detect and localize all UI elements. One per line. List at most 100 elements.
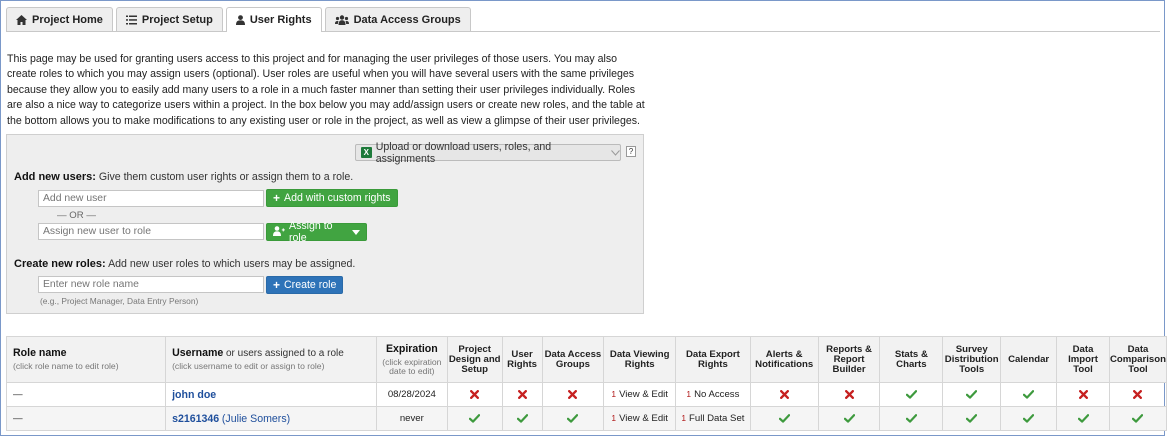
viewing-count: 1 <box>611 413 617 423</box>
tab-data-access-groups[interactable]: Data Access Groups <box>324 7 471 31</box>
rights-mark <box>501 406 543 431</box>
caret-down-icon <box>349 226 360 238</box>
viewing-rights-cell: 1 View & Edit <box>603 406 677 431</box>
expiration-cell[interactable]: never <box>375 406 448 431</box>
check-icon <box>1132 414 1144 423</box>
role-cell: — <box>5 406 167 431</box>
cross-icon <box>568 389 578 399</box>
rights-mark <box>1000 382 1058 407</box>
add-custom-rights-button[interactable]: + Add with custom rights <box>266 189 398 207</box>
export-count: 1 <box>686 389 692 399</box>
column-header-reports: Reports & Report Builder <box>817 336 881 383</box>
table-row: — s2161346 (Julie Somers) never 1 View & … <box>5 406 1167 431</box>
column-header-data-access-groups: Data Access Groups <box>541 336 605 383</box>
intro-paragraph: This page may be used for granting users… <box>7 53 645 127</box>
plus-icon: + <box>273 278 281 292</box>
viewing-value: View & Edit <box>619 389 668 400</box>
add-custom-rights-label: Add with custom rights <box>284 192 391 204</box>
add-users-title: Add new users: <box>14 171 96 183</box>
check-icon <box>966 414 978 423</box>
expiration-header: Expiration (click expiration date to edi… <box>375 336 448 383</box>
cross-icon <box>1078 389 1088 399</box>
user-plus-icon <box>273 225 285 239</box>
table-row: — john doe 08/28/2024 1 View & Edit 1 No A… <box>5 382 1167 407</box>
rights-mark <box>879 406 944 431</box>
check-icon <box>469 414 481 423</box>
rights-mark <box>817 382 881 407</box>
username-link[interactable]: s2161346 <box>172 413 219 425</box>
column-header-stats-charts: Stats & Charts <box>879 336 944 383</box>
tab-label: Data Access Groups <box>353 13 461 26</box>
rights-mark <box>1000 406 1058 431</box>
column-header-data-export-rights: Data Export Rights <box>675 336 751 383</box>
home-icon <box>16 14 27 25</box>
rights-mark <box>942 406 1002 431</box>
tab-label: User Rights <box>249 14 312 26</box>
role-name-input[interactable] <box>38 276 264 293</box>
assign-user-input[interactable] <box>38 223 264 240</box>
excel-icon: X <box>361 147 372 158</box>
tab-user-rights[interactable]: User Rights <box>225 7 322 32</box>
viewing-value: View & Edit <box>619 413 668 424</box>
viewing-rights-cell: 1 View & Edit <box>603 382 677 407</box>
create-roles-desc: Add new user roles to which users may be… <box>108 258 356 270</box>
rights-mark <box>817 406 881 431</box>
or-separator: — OR — <box>57 210 96 221</box>
role-name-header: Role name (click role name to edit role) <box>5 336 167 383</box>
create-roles-heading: Create new roles: Add new user roles to … <box>14 258 355 270</box>
cross-icon <box>844 389 854 399</box>
cross-icon <box>779 389 789 399</box>
create-roles-title: Create new roles: <box>14 258 106 270</box>
rights-mark <box>541 406 605 431</box>
rights-mark <box>879 382 944 407</box>
column-header-data-viewing-rights: Data Viewing Rights <box>603 336 677 383</box>
user-rights-table: Role name (click role name to edit role)… <box>5 336 1167 431</box>
username-link[interactable]: john doe <box>172 389 216 401</box>
rights-mark <box>446 406 503 431</box>
check-icon <box>1077 414 1089 423</box>
rights-mark <box>942 382 1002 407</box>
check-icon <box>1023 390 1035 399</box>
username-cell: john doe <box>165 382 377 407</box>
chevron-down-icon <box>611 147 620 159</box>
export-rights-cell: 1 No Access <box>675 382 751 407</box>
tab-label: Project Setup <box>141 13 213 26</box>
check-icon <box>1023 414 1035 423</box>
upload-download-button[interactable]: X Upload or download users, roles, and a… <box>355 141 621 165</box>
rights-mark <box>1108 406 1167 431</box>
column-header-data-import: Data Import Tool <box>1056 336 1110 383</box>
check-icon <box>778 414 790 423</box>
username-cell: s2161346 (Julie Somers) <box>165 406 377 431</box>
viewing-count: 1 <box>611 389 617 399</box>
column-header-project-design: Project Design and Setup <box>446 336 503 383</box>
add-users-heading: Add new users: Give them custom user rig… <box>14 171 353 183</box>
assign-to-role-label: Assign to role <box>289 220 333 244</box>
column-header-alerts: Alerts & Notifications <box>749 336 819 383</box>
export-count: 1 <box>681 413 686 423</box>
rights-mark <box>1056 406 1110 431</box>
assign-to-role-button[interactable]: Assign to role <box>266 220 367 244</box>
new-user-input[interactable] <box>38 190 264 207</box>
check-icon <box>905 390 917 399</box>
create-role-button[interactable]: + Create role <box>266 276 344 294</box>
rights-mark <box>1056 382 1110 407</box>
check-icon <box>843 414 855 423</box>
user-fullname: (Julie Somers) <box>221 412 291 425</box>
create-role-label: Create role <box>284 279 337 291</box>
tab-project-setup[interactable]: Project Setup <box>115 7 223 31</box>
tab-project-home[interactable]: Project Home <box>6 7 113 31</box>
rights-mark <box>541 382 605 407</box>
expiration-cell[interactable]: 08/28/2024 <box>375 382 448 407</box>
check-icon <box>567 414 579 423</box>
check-icon <box>966 390 978 399</box>
plus-icon: + <box>273 191 281 205</box>
tab-label: Project Home <box>32 13 103 26</box>
check-icon <box>516 414 528 423</box>
table-header-row: Role name (click role name to edit role)… <box>5 336 1167 383</box>
rights-mark <box>749 406 819 431</box>
role-name-hint: (e.g., Project Manager, Data Entry Perso… <box>40 296 199 306</box>
export-value: No Access <box>694 389 740 400</box>
help-button[interactable]: ? <box>626 146 636 157</box>
export-rights-cell: 1 Full Data Set <box>675 406 751 431</box>
rights-mark <box>501 382 543 407</box>
